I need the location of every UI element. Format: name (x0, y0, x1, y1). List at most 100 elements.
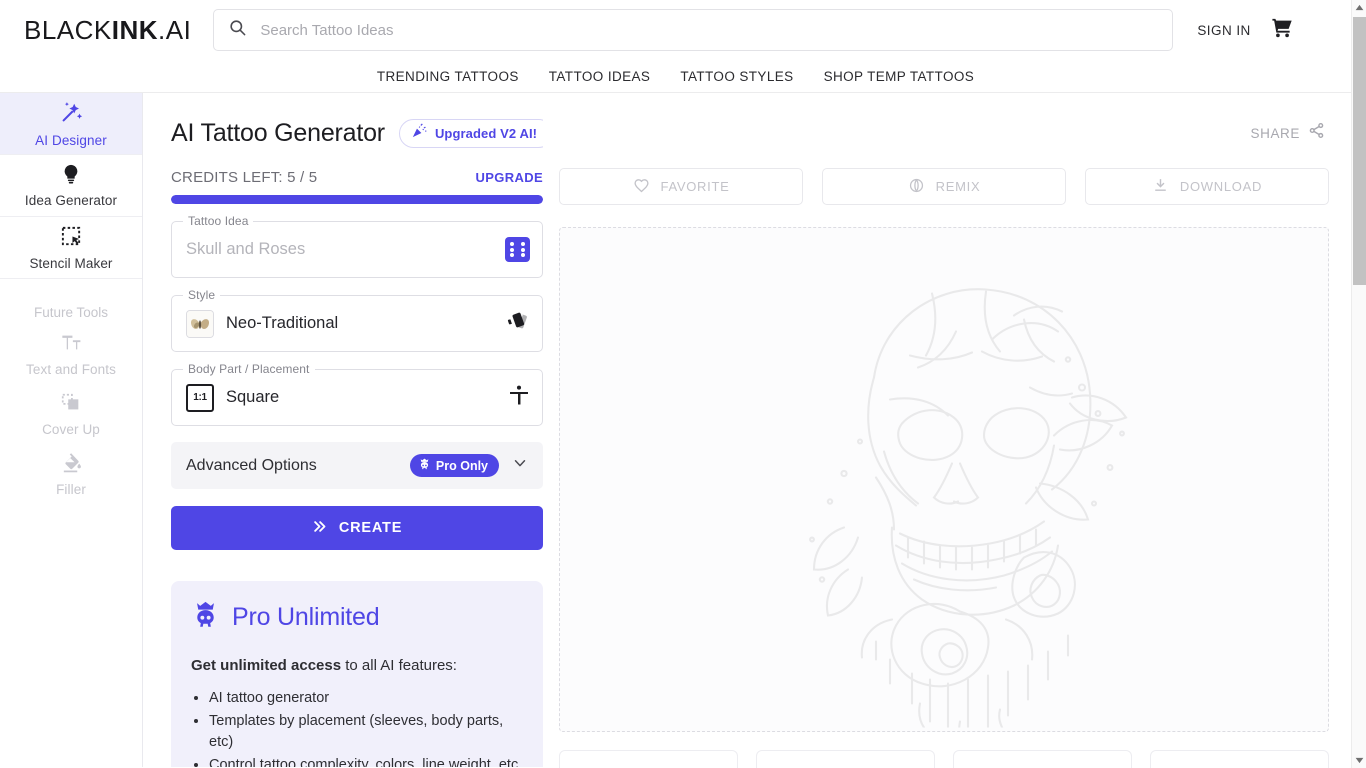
credits-progress-bar (171, 195, 543, 204)
site-logo[interactable]: BLACKINK.AI (24, 15, 191, 46)
double-chevron-right-icon (312, 519, 327, 538)
tattoo-idea-input[interactable] (186, 240, 505, 259)
style-picker-button[interactable] (506, 309, 530, 338)
sidebar-item-label: Idea Generator (24, 193, 118, 208)
search-input[interactable] (260, 21, 1159, 39)
style-swatch-icon (506, 309, 530, 338)
remix-shuffle-icon (908, 177, 925, 197)
search-bar[interactable] (213, 9, 1174, 51)
share-row: SHARE (559, 111, 1329, 155)
scroll-up-arrow-icon[interactable] (1352, 0, 1366, 15)
nav-item-tattoo-ideas[interactable]: TATTOO IDEAS (549, 69, 651, 84)
nav-item-trending-tattoos[interactable]: TRENDING TATTOOS (377, 69, 519, 84)
scroll-down-arrow-icon[interactable] (1352, 753, 1366, 768)
dashed-selection-icon (60, 225, 83, 253)
sidebar-item-idea-generator[interactable]: Idea Generator (0, 155, 142, 217)
credits-left-label: CREDITS LEFT: 5 / 5 (171, 169, 318, 186)
pro-only-badge: Pro Only (409, 454, 499, 477)
share-button-label[interactable]: SHARE (1250, 126, 1300, 141)
create-button-label: CREATE (338, 520, 403, 536)
browser-viewport: BLACKINK.AI SIGN IN TRENDING TATTOOS TAT… (0, 0, 1366, 768)
sidebar-item-label: Stencil Maker (29, 255, 113, 271)
advanced-options-toggle[interactable]: Advanced Options Pro Only (171, 442, 543, 489)
upgraded-v2-badge-label: Upgraded V2 AI! (434, 125, 538, 141)
download-button[interactable]: DOWNLOAD (1085, 168, 1329, 205)
faded-skull-and-roses-tattoo (724, 228, 1164, 731)
variation-thumbnail-row (559, 750, 1329, 768)
logo-text-bold: INK (111, 14, 159, 45)
favorite-button-label: FAVORITE (660, 179, 730, 194)
aspect-ratio-icon: 1:1 (186, 383, 214, 412)
page-content: BLACKINK.AI SIGN IN TRENDING TATTOOS TAT… (0, 0, 1351, 768)
app-body: AI Designer Idea Generator Stencil Maker… (0, 93, 1351, 768)
page-title: AI Tattoo Generator (171, 118, 385, 147)
page-scrollbar[interactable] (1351, 0, 1366, 768)
sidebar-item-ai-designer[interactable]: AI Designer (0, 93, 142, 155)
share-nodes-icon[interactable] (1308, 122, 1325, 144)
pro-unlimited-panel: Pro Unlimited Get unlimited access to al… (171, 581, 543, 767)
nav-item-shop-temp-tattoos[interactable]: SHOP TEMP TATTOOS (824, 69, 975, 84)
pro-panel-subtitle: Get unlimited access to all AI features: (191, 657, 523, 674)
sidebar-item-cover-up[interactable]: Cover Up (0, 384, 142, 444)
shopping-cart-icon (1271, 17, 1294, 44)
cart-button[interactable] (1271, 17, 1294, 44)
style-thumbnail-butterfly (186, 309, 214, 338)
pro-panel-title: Pro Unlimited (232, 602, 380, 631)
thumbnail-card[interactable] (559, 750, 738, 768)
scrollbar-thumb[interactable] (1353, 17, 1366, 285)
page-title-row: AI Tattoo Generator Upgraded V2 AI! (171, 111, 543, 155)
pro-panel-header: Pro Unlimited (191, 599, 523, 635)
pro-feature-list: AI tattoo generator Templates by placeme… (209, 688, 523, 767)
credits-progress-fill (171, 195, 543, 204)
future-tools-heading: Future Tools (33, 305, 109, 320)
generator-panel: AI Tattoo Generator Upgraded V2 AI! CRED… (143, 93, 543, 767)
style-legend: Style (183, 288, 221, 302)
tattoo-idea-field[interactable]: Tattoo Idea (171, 214, 543, 278)
tool-sidebar: AI Designer Idea Generator Stencil Maker… (0, 93, 143, 767)
cover-up-icon (60, 392, 82, 419)
sidebar-item-label: AI Designer (35, 132, 107, 148)
party-popper-icon (411, 122, 428, 144)
site-header: BLACKINK.AI SIGN IN (0, 0, 1351, 60)
placement-value: Square (226, 388, 280, 406)
style-field[interactable]: Style Neo-Traditional (171, 288, 543, 352)
randomize-idea-button[interactable] (505, 237, 530, 262)
text-format-icon (60, 332, 83, 359)
download-button-label: DOWNLOAD (1179, 179, 1263, 194)
magic-wand-icon (59, 100, 84, 130)
advanced-options-label: Advanced Options (186, 456, 317, 474)
pro-panel-subtitle-rest: to all AI features: (341, 657, 457, 674)
placement-picker-button[interactable] (508, 384, 530, 412)
create-button[interactable]: CREATE (171, 506, 543, 550)
thumbnail-card[interactable] (756, 750, 935, 768)
sidebar-item-filler[interactable]: Filler (0, 444, 142, 504)
tattoo-idea-legend: Tattoo Idea (183, 214, 254, 228)
pro-only-badge-label: Pro Only (435, 458, 488, 473)
main-navigation: TRENDING TATTOOS TATTOO IDEAS TATTOO STY… (0, 60, 1351, 93)
placement-legend: Body Part / Placement (183, 362, 315, 376)
main-content: AI Tattoo Generator Upgraded V2 AI! CRED… (143, 93, 1351, 768)
nav-item-tattoo-styles[interactable]: TATTOO STYLES (680, 69, 793, 84)
heart-outline-icon (633, 177, 650, 197)
remix-button[interactable]: REMIX (822, 168, 1066, 205)
thumbnail-card[interactable] (953, 750, 1132, 768)
sign-in-button[interactable]: SIGN IN (1197, 23, 1250, 38)
sidebar-item-stencil-maker[interactable]: Stencil Maker (0, 217, 142, 279)
placement-field[interactable]: Body Part / Placement 1:1 Square (171, 362, 543, 426)
sidebar-item-label: Text and Fonts (26, 361, 116, 377)
generated-image-preview[interactable] (559, 227, 1329, 732)
crown-skull-icon (418, 457, 431, 474)
logo-text-light: BLACK (24, 14, 112, 45)
credits-row: CREDITS LEFT: 5 / 5 UPGRADE (171, 169, 543, 186)
sidebar-item-text-and-fonts[interactable]: Text and Fonts (0, 324, 142, 384)
thumbnail-card[interactable] (1150, 750, 1329, 768)
chevron-down-icon[interactable] (511, 454, 529, 477)
lightbulb-icon (60, 163, 82, 190)
upgrade-link[interactable]: UPGRADE (476, 170, 543, 185)
sidebar-item-label: Filler (56, 482, 86, 497)
paint-bucket-icon (60, 451, 83, 479)
upgraded-v2-badge[interactable]: Upgraded V2 AI! (398, 118, 543, 148)
canvas-action-row: FAVORITE REMIX DOWNLOAD (559, 168, 1329, 205)
favorite-button[interactable]: FAVORITE (559, 168, 803, 205)
list-item: Templates by placement (sleeves, body pa… (209, 711, 523, 753)
